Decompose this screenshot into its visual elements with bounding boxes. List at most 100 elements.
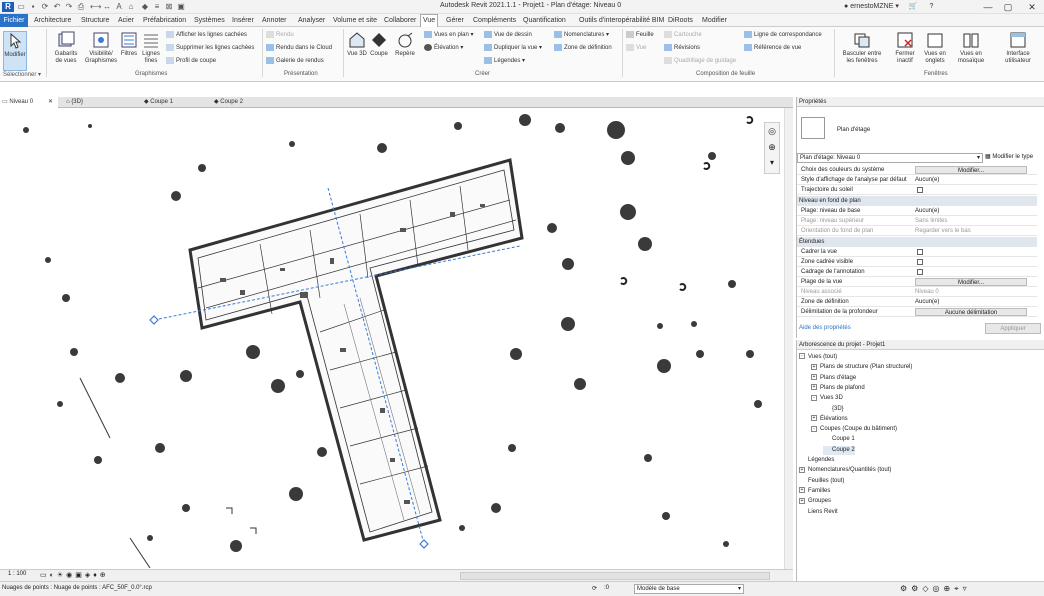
prop-edit-button[interactable]: Aucune délimitation — [915, 308, 1027, 316]
tree-node[interactable]: - Coupes (Coupe du bâtiment) — [811, 425, 897, 434]
elevation-button[interactable]: Élévation ▾ — [424, 44, 463, 52]
view-control-icons[interactable]: ▭◐☀◉▣◈♦⊕ — [40, 571, 109, 579]
tab-complements[interactable]: Compléments — [471, 15, 518, 26]
presentation-panel-label[interactable]: Présentation — [284, 71, 318, 77]
tree-node[interactable]: + Élévations — [811, 415, 848, 424]
expand-icon[interactable]: + — [811, 374, 817, 381]
callout-button[interactable]: Repère — [392, 31, 418, 58]
sheet-button[interactable]: Feuille — [626, 31, 654, 39]
tab-quantification[interactable]: Quantification — [521, 15, 568, 26]
cloud-render-button[interactable]: Rendu dans le Cloud — [266, 44, 332, 52]
tree-node[interactable]: Coupe 2 — [823, 445, 855, 455]
render-gallery-button[interactable]: Galerie de rendus — [266, 57, 324, 65]
collapse-icon[interactable]: - — [811, 425, 817, 432]
prop-row[interactable]: Zone cadrée visible — [797, 257, 1037, 267]
chevron-down-icon[interactable]: ▾ — [765, 155, 779, 171]
user-area[interactable]: ● ernestoMZNE ▾ 🛒 ? — [844, 2, 933, 10]
filters-button[interactable]: Filtres — [118, 31, 140, 58]
view-tab-coupe-1[interactable]: ◆ Coupe 1 — [142, 97, 208, 108]
view-tab-3d[interactable]: ⌂ {3D} — [64, 97, 134, 108]
tab-fichier[interactable]: Fichier — [0, 14, 28, 27]
expand-icon[interactable]: + — [799, 497, 805, 504]
revit-logo-icon[interactable]: R — [2, 2, 14, 12]
tab-collaborer[interactable]: Collaborer — [382, 15, 418, 26]
tree-node[interactable]: - Vues 3D — [811, 394, 843, 403]
type-selector[interactable]: Plan d'étage: Niveau 0 ▾ — [797, 153, 983, 163]
graphics-panel-label[interactable]: Graphismes — [135, 71, 167, 77]
tree-node[interactable]: + Nomenclatures/Quantités (tout) — [799, 466, 891, 475]
tile-views-button[interactable]: Vues en mosaïque — [952, 31, 990, 65]
view-reference-button[interactable]: Référence de vue — [744, 44, 801, 52]
close-button[interactable]: ✕ — [1022, 1, 1042, 13]
tab-systemes[interactable]: Systèmes — [192, 15, 227, 26]
prop-checkbox[interactable] — [917, 187, 923, 193]
switch-windows-button[interactable]: Basculer entre les fenêtres — [838, 31, 886, 65]
3d-view-button[interactable]: Vue 3D — [346, 31, 368, 58]
tree-node[interactable]: + Groupes — [799, 497, 831, 506]
tab-acier[interactable]: Acier — [116, 15, 136, 26]
scope-box-button[interactable]: Zone de définition — [554, 44, 612, 52]
switch-windows-icon[interactable]: ▣ — [176, 2, 186, 12]
tab-modifier[interactable]: Modifier — [700, 15, 729, 26]
tab-annoter[interactable]: Annoter — [260, 15, 289, 26]
matchline-button[interactable]: Ligne de correspondance — [744, 31, 822, 39]
expand-icon[interactable]: + — [799, 466, 805, 473]
open-icon[interactable]: ▭ — [16, 2, 26, 12]
tree-node[interactable]: Liens Revit — [799, 508, 838, 517]
properties-help-link[interactable]: Aide des propriétés — [799, 325, 851, 331]
undo-icon[interactable]: ↶ — [52, 2, 62, 12]
tab-vue[interactable]: Vue — [420, 14, 439, 28]
windows-panel-label[interactable]: Fenêtres — [924, 71, 948, 77]
view-tab-niveau-0[interactable]: ▭ Niveau 0 ✕ — [0, 97, 58, 108]
cut-profile-button[interactable]: Profil de coupe — [166, 57, 216, 65]
prop-value[interactable]: Niveau 0 — [915, 287, 939, 297]
prop-row[interactable]: Plage: niveau supérieur Sans limites — [797, 216, 1037, 226]
prop-checkbox[interactable] — [917, 259, 923, 265]
prop-row[interactable]: Zone de définition Aucun(e) — [797, 297, 1037, 307]
expand-icon[interactable]: + — [811, 363, 817, 370]
select-panel-label[interactable]: Sélectionner ▾ — [3, 71, 41, 78]
tree-node[interactable]: + Plans de structure (Plan structurel) — [811, 363, 912, 372]
tab-prefabrication[interactable]: Préfabrication — [141, 15, 188, 26]
sync-icon[interactable]: ⟳ — [40, 2, 50, 12]
3d-view-icon[interactable]: ⌂ — [126, 2, 136, 12]
section-icon[interactable]: ◆ — [140, 2, 150, 12]
prop-row[interactable]: Plage: niveau de base Aucun(e) — [797, 206, 1037, 216]
modify-button[interactable]: Modifier — [3, 31, 27, 71]
tab-views-button[interactable]: Vues en onglets — [920, 31, 950, 65]
tab-inserer[interactable]: Insérer — [230, 15, 256, 26]
prop-checkbox[interactable] — [917, 269, 923, 275]
tab-architecture[interactable]: Architecture — [32, 15, 73, 26]
guide-grid-button[interactable]: Quadrillage de guidage — [664, 57, 736, 65]
place-view-button[interactable]: Vue — [626, 44, 646, 52]
tab-volume-site[interactable]: Volume et site — [331, 15, 379, 26]
dimension-icon[interactable]: ↔ — [102, 2, 112, 12]
schedules-button[interactable]: Nomenclatures ▾ — [554, 31, 609, 39]
prop-value[interactable]: Aucun(e) — [915, 175, 939, 185]
expand-icon[interactable]: + — [799, 487, 805, 494]
tab-outils-bim[interactable]: Outils d'interopérabilité BIM — [577, 15, 666, 26]
thin-lines-icon[interactable]: ≡ — [152, 2, 162, 12]
sheet-composition-panel-label[interactable]: Composition de feuille — [696, 71, 755, 77]
steering-wheel-icon[interactable]: ◎ — [765, 123, 779, 139]
prop-section[interactable]: Étendues — [797, 237, 1037, 247]
tree-node[interactable]: - Vues (tout) — [799, 353, 837, 362]
render-button[interactable]: Rendu — [266, 31, 294, 39]
tree-node[interactable]: + Familles — [799, 487, 830, 496]
prop-section[interactable]: Niveau en fond de plan — [797, 196, 1037, 206]
tree-node[interactable]: Feuilles (tout) — [799, 477, 844, 486]
prop-row[interactable]: Orientation du fond de plan Regarder vers… — [797, 226, 1037, 236]
drafting-view-button[interactable]: Vue de dessin — [484, 31, 532, 39]
duplicate-view-button[interactable]: Dupliquer la vue ▾ — [484, 44, 542, 52]
vertical-scrollbar[interactable] — [784, 108, 793, 569]
prop-row[interactable]: Trajectoire du soleil — [797, 185, 1037, 195]
prop-value[interactable]: Aucun(e) — [915, 206, 939, 216]
help-icon[interactable]: ? — [929, 3, 933, 10]
maximize-button[interactable]: ▢ — [998, 1, 1018, 13]
prop-row[interactable]: Délimitation de la profondeur Aucune déli… — [797, 307, 1037, 317]
prop-row[interactable]: Style d'affichage de l'analyse par défau… — [797, 175, 1037, 185]
worksets-icon[interactable]: ⟳ — [592, 585, 597, 592]
remove-hidden-lines-button[interactable]: Supprimer les lignes cachées — [166, 44, 254, 52]
selection-filter-icons[interactable]: ⚙⚙◇◎⊕⌖▿ — [900, 584, 971, 594]
prop-value[interactable]: Aucun(e) — [915, 297, 939, 307]
